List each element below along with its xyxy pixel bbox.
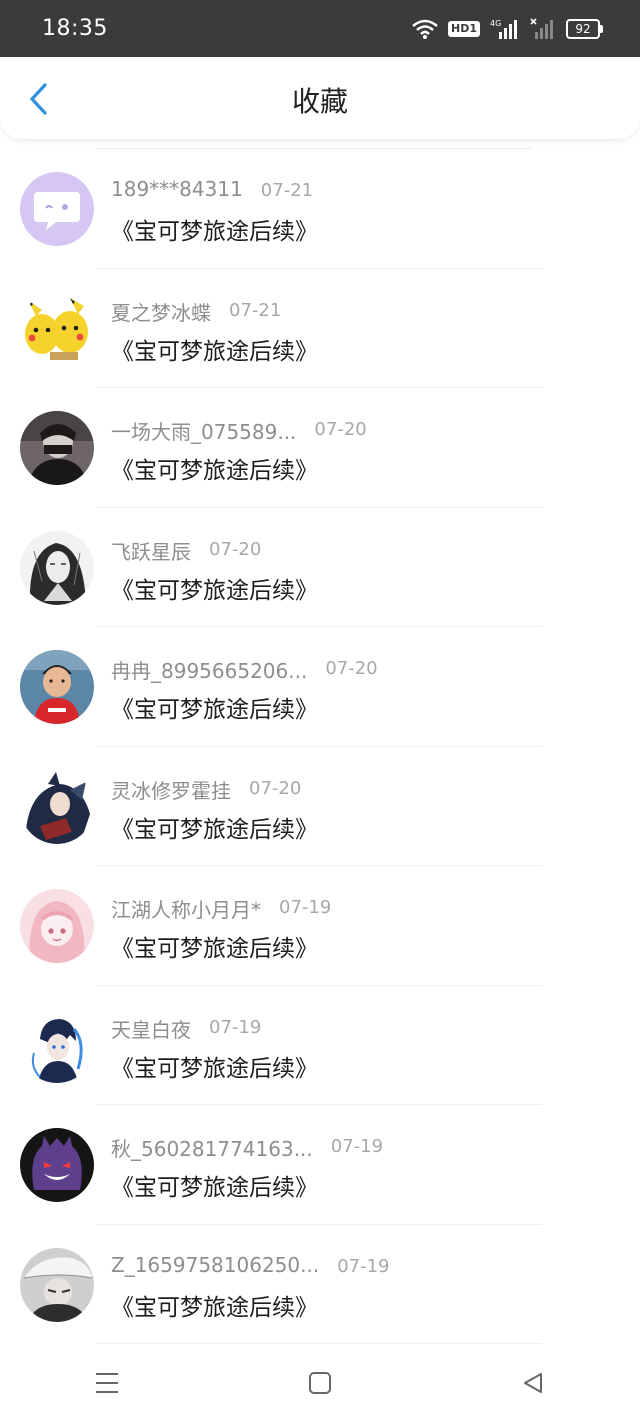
item-meta: 一场大雨_075589... 07-20 bbox=[111, 416, 367, 445]
signal-no-sim-icon bbox=[530, 17, 553, 39]
item-title[interactable]: 《宝可梦旅途后续》 bbox=[111, 929, 318, 963]
username[interactable]: 秋_560281774163... bbox=[111, 1133, 313, 1162]
item-meta: 秋_560281774163... 07-19 bbox=[111, 1133, 383, 1162]
list-item[interactable]: 江湖人称小月月* 07-19 《宝可梦旅途后续》 bbox=[0, 866, 640, 986]
system-nav-bar bbox=[0, 1344, 640, 1422]
date: 07-19 bbox=[279, 897, 332, 918]
item-title[interactable]: 《宝可梦旅途后续》 bbox=[111, 571, 318, 605]
item-meta: Z_1659758106250... 07-19 bbox=[111, 1253, 390, 1280]
signal-4g-icon: 4G bbox=[490, 19, 517, 39]
status-icons: HD1 4G 92 bbox=[412, 17, 603, 40]
list-item[interactable]: 夏之梦冰蝶 07-21 《宝可梦旅途后续》 bbox=[0, 269, 640, 389]
username[interactable]: 189***84311 bbox=[111, 177, 243, 204]
battery-level: 92 bbox=[575, 21, 591, 36]
item-title[interactable]: 《宝可梦旅途后续》 bbox=[111, 1168, 318, 1202]
masked-person-avatar[interactable] bbox=[20, 411, 94, 485]
blue-anime-boy-avatar[interactable] bbox=[20, 1008, 94, 1083]
item-title[interactable]: 《宝可梦旅途后续》 bbox=[111, 212, 318, 246]
back-triangle-icon bbox=[524, 1373, 543, 1393]
item-title[interactable]: 《宝可梦旅途后续》 bbox=[111, 332, 318, 366]
list-item[interactable]: 一场大雨_075589... 07-20 《宝可梦旅途后续》 bbox=[0, 388, 640, 508]
item-meta: 飞跃星辰 07-20 bbox=[111, 536, 261, 565]
sketch-portrait-avatar[interactable] bbox=[20, 530, 94, 605]
username[interactable]: 夏之梦冰蝶 bbox=[111, 297, 211, 326]
item-meta: 灵冰修罗霍挂 07-20 bbox=[111, 775, 301, 804]
list-item[interactable]: Z_1659758106250... 07-19 《宝可梦旅途后续》 bbox=[0, 1225, 640, 1345]
date: 07-20 bbox=[249, 777, 302, 799]
item-title[interactable]: 《宝可梦旅途后续》 bbox=[111, 690, 318, 724]
list-item[interactable]: 飞跃星辰 07-20 《宝可梦旅途后续》 bbox=[0, 508, 640, 628]
wifi-icon bbox=[412, 19, 438, 39]
item-meta: 天皇白夜 07-19 bbox=[111, 1014, 261, 1043]
username[interactable]: 天皇白夜 bbox=[111, 1014, 191, 1043]
list-item[interactable]: 天皇白夜 07-19 《宝可梦旅途后续》 bbox=[0, 986, 640, 1106]
child-photo-avatar[interactable] bbox=[20, 650, 94, 724]
anime-character-avatar[interactable] bbox=[20, 769, 94, 844]
pink-anime-girl-avatar[interactable] bbox=[20, 889, 94, 963]
date: 07-20 bbox=[209, 538, 262, 560]
back-nav-button[interactable] bbox=[503, 1358, 563, 1408]
list-item[interactable]: 冉冉_8995665206... 07-20 《宝可梦旅途后续》 bbox=[0, 627, 640, 747]
date: 07-19 bbox=[330, 1136, 384, 1157]
hd-badge: HD1 bbox=[448, 20, 480, 37]
list-item[interactable]: 189***84311 07-21 《宝可梦旅途后续》 bbox=[0, 149, 640, 269]
item-title[interactable]: 《宝可梦旅途后续》 bbox=[111, 451, 318, 485]
home-button[interactable] bbox=[290, 1358, 350, 1408]
list-item[interactable]: 秋_560281774163... 07-19 《宝可梦旅途后续》 bbox=[0, 1105, 640, 1225]
item-meta: 189***84311 07-21 bbox=[111, 177, 313, 204]
item-meta: 夏之梦冰蝶 07-21 bbox=[111, 297, 281, 326]
header: 收藏 bbox=[0, 57, 640, 139]
date: 07-21 bbox=[260, 180, 314, 201]
username[interactable]: 灵冰修罗霍挂 bbox=[111, 775, 231, 804]
item-title[interactable]: 《宝可梦旅途后续》 bbox=[111, 810, 318, 844]
item-meta: 冉冉_8995665206... 07-20 bbox=[111, 655, 378, 684]
item-title[interactable]: 《宝可梦旅途后续》 bbox=[111, 1288, 318, 1322]
date: 07-19 bbox=[337, 1255, 390, 1277]
favorites-list: 189***84311 07-21 《宝可梦旅途后续》 夏之梦冰蝶 07-21 … bbox=[0, 148, 640, 1344]
username[interactable]: 江湖人称小月月* bbox=[111, 894, 261, 923]
menu-icon bbox=[95, 1373, 118, 1393]
battery-icon: 92 bbox=[566, 18, 603, 39]
chat-bubble-avatar[interactable] bbox=[20, 172, 94, 246]
status-bar: 18:35 HD1 4G 92 bbox=[0, 0, 640, 57]
username[interactable]: 飞跃星辰 bbox=[111, 536, 191, 565]
network-label: 4G bbox=[490, 19, 501, 28]
pikachu-avatar[interactable] bbox=[20, 291, 94, 366]
gengar-avatar[interactable] bbox=[20, 1128, 94, 1202]
page-title: 收藏 bbox=[291, 85, 348, 118]
date: 07-20 bbox=[314, 419, 367, 440]
home-square-icon bbox=[308, 1372, 331, 1394]
item-title[interactable]: 《宝可梦旅途后续》 bbox=[111, 1049, 318, 1083]
username[interactable]: 一场大雨_075589... bbox=[111, 416, 296, 445]
date: 07-20 bbox=[325, 658, 378, 679]
white-hat-character-avatar[interactable] bbox=[20, 1247, 94, 1322]
status-time: 18:35 bbox=[42, 16, 108, 41]
date: 07-21 bbox=[229, 299, 282, 321]
username[interactable]: Z_1659758106250... bbox=[111, 1253, 319, 1280]
date: 07-19 bbox=[209, 1016, 262, 1038]
item-meta: 江湖人称小月月* 07-19 bbox=[111, 894, 331, 923]
menu-button[interactable] bbox=[77, 1358, 137, 1408]
username[interactable]: 冉冉_8995665206... bbox=[111, 655, 307, 684]
list-item[interactable]: 灵冰修罗霍挂 07-20 《宝可梦旅途后续》 bbox=[0, 747, 640, 867]
